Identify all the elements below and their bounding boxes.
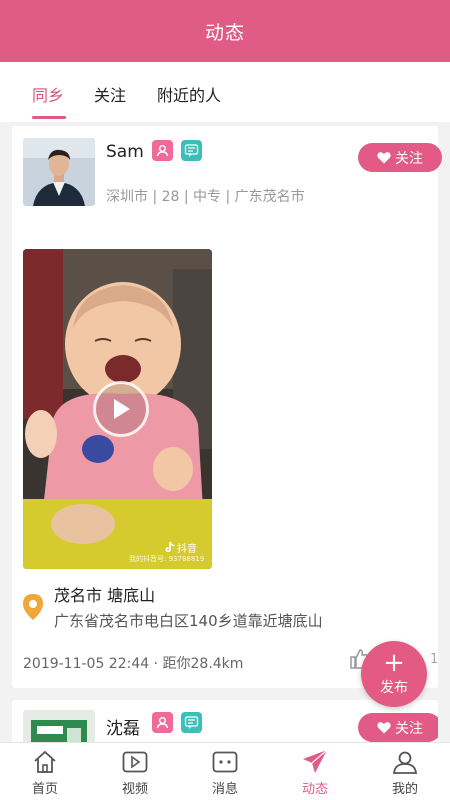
post-time-distance: 2019-11-05 22:44 · 距你28.4km (23, 656, 244, 672)
send-icon (301, 749, 329, 775)
tab-following[interactable]: 关注 (94, 82, 126, 106)
nav-label: 动态 (301, 782, 328, 797)
nav-label: 视频 (121, 782, 148, 797)
feed-tabs: 同乡 关注 附近的人 (0, 62, 450, 122)
post-card: Sam 关注 深圳市 | 28 | 中专 | 广东茂名市 抖音 我的抖音号: 9… (12, 126, 442, 688)
username[interactable]: Sam (106, 142, 144, 162)
home-icon (32, 749, 58, 775)
username[interactable]: 沈磊 (106, 714, 140, 739)
nav-video[interactable]: 视频 (90, 743, 180, 800)
play-icon[interactable] (93, 381, 149, 437)
follow-label: 关注 (395, 720, 423, 737)
nav-label: 消息 (211, 782, 238, 797)
location-pin-icon (23, 594, 43, 620)
chat-badge-icon (181, 140, 202, 161)
follow-button[interactable]: 关注 (358, 713, 438, 742)
plus-icon: + (383, 648, 405, 678)
app-header: 动态 (0, 0, 450, 62)
video-icon (122, 749, 148, 775)
nav-moments[interactable]: 动态 (270, 743, 360, 800)
tab-hometown[interactable]: 同乡 (32, 82, 64, 106)
page-title: 动态 (204, 21, 245, 44)
tiktok-icon (165, 542, 175, 552)
publish-button[interactable]: + 发布 (361, 641, 427, 707)
tiktok-id: 我的抖音号: 93788819 (129, 555, 205, 563)
message-icon (212, 749, 238, 775)
person-badge-icon (152, 140, 173, 161)
like-count: 1 (430, 652, 439, 667)
publish-label: 发布 (380, 680, 408, 696)
nav-label: 首页 (31, 782, 58, 797)
tiktok-watermark: 抖音 (165, 540, 197, 555)
follow-label: 关注 (395, 150, 423, 167)
nav-messages[interactable]: 消息 (180, 743, 270, 800)
tab-nearby[interactable]: 附近的人 (157, 82, 221, 106)
chat-badge-icon (181, 712, 202, 733)
location-address: 广东省茂名市电白区140乡道靠近塘底山 (54, 612, 323, 630)
avatar[interactable] (23, 138, 95, 206)
heart-icon (377, 152, 391, 164)
nav-profile[interactable]: 我的 (360, 743, 450, 800)
person-badge-icon (152, 712, 173, 733)
heart-icon (377, 722, 391, 734)
follow-button[interactable]: 关注 (358, 143, 442, 172)
user-icon (392, 749, 418, 775)
video-thumbnail[interactable]: 抖音 我的抖音号: 93788819 (23, 249, 212, 569)
nav-label: 我的 (391, 782, 418, 797)
location-name: 茂名市 塘底山 (54, 586, 156, 605)
active-tab-indicator (32, 116, 66, 119)
nav-home[interactable]: 首页 (0, 743, 90, 800)
user-meta: 深圳市 | 28 | 中专 | 广东茂名市 (106, 189, 305, 205)
bottom-nav: 首页 视频 消息 动态 我的 (0, 742, 450, 800)
